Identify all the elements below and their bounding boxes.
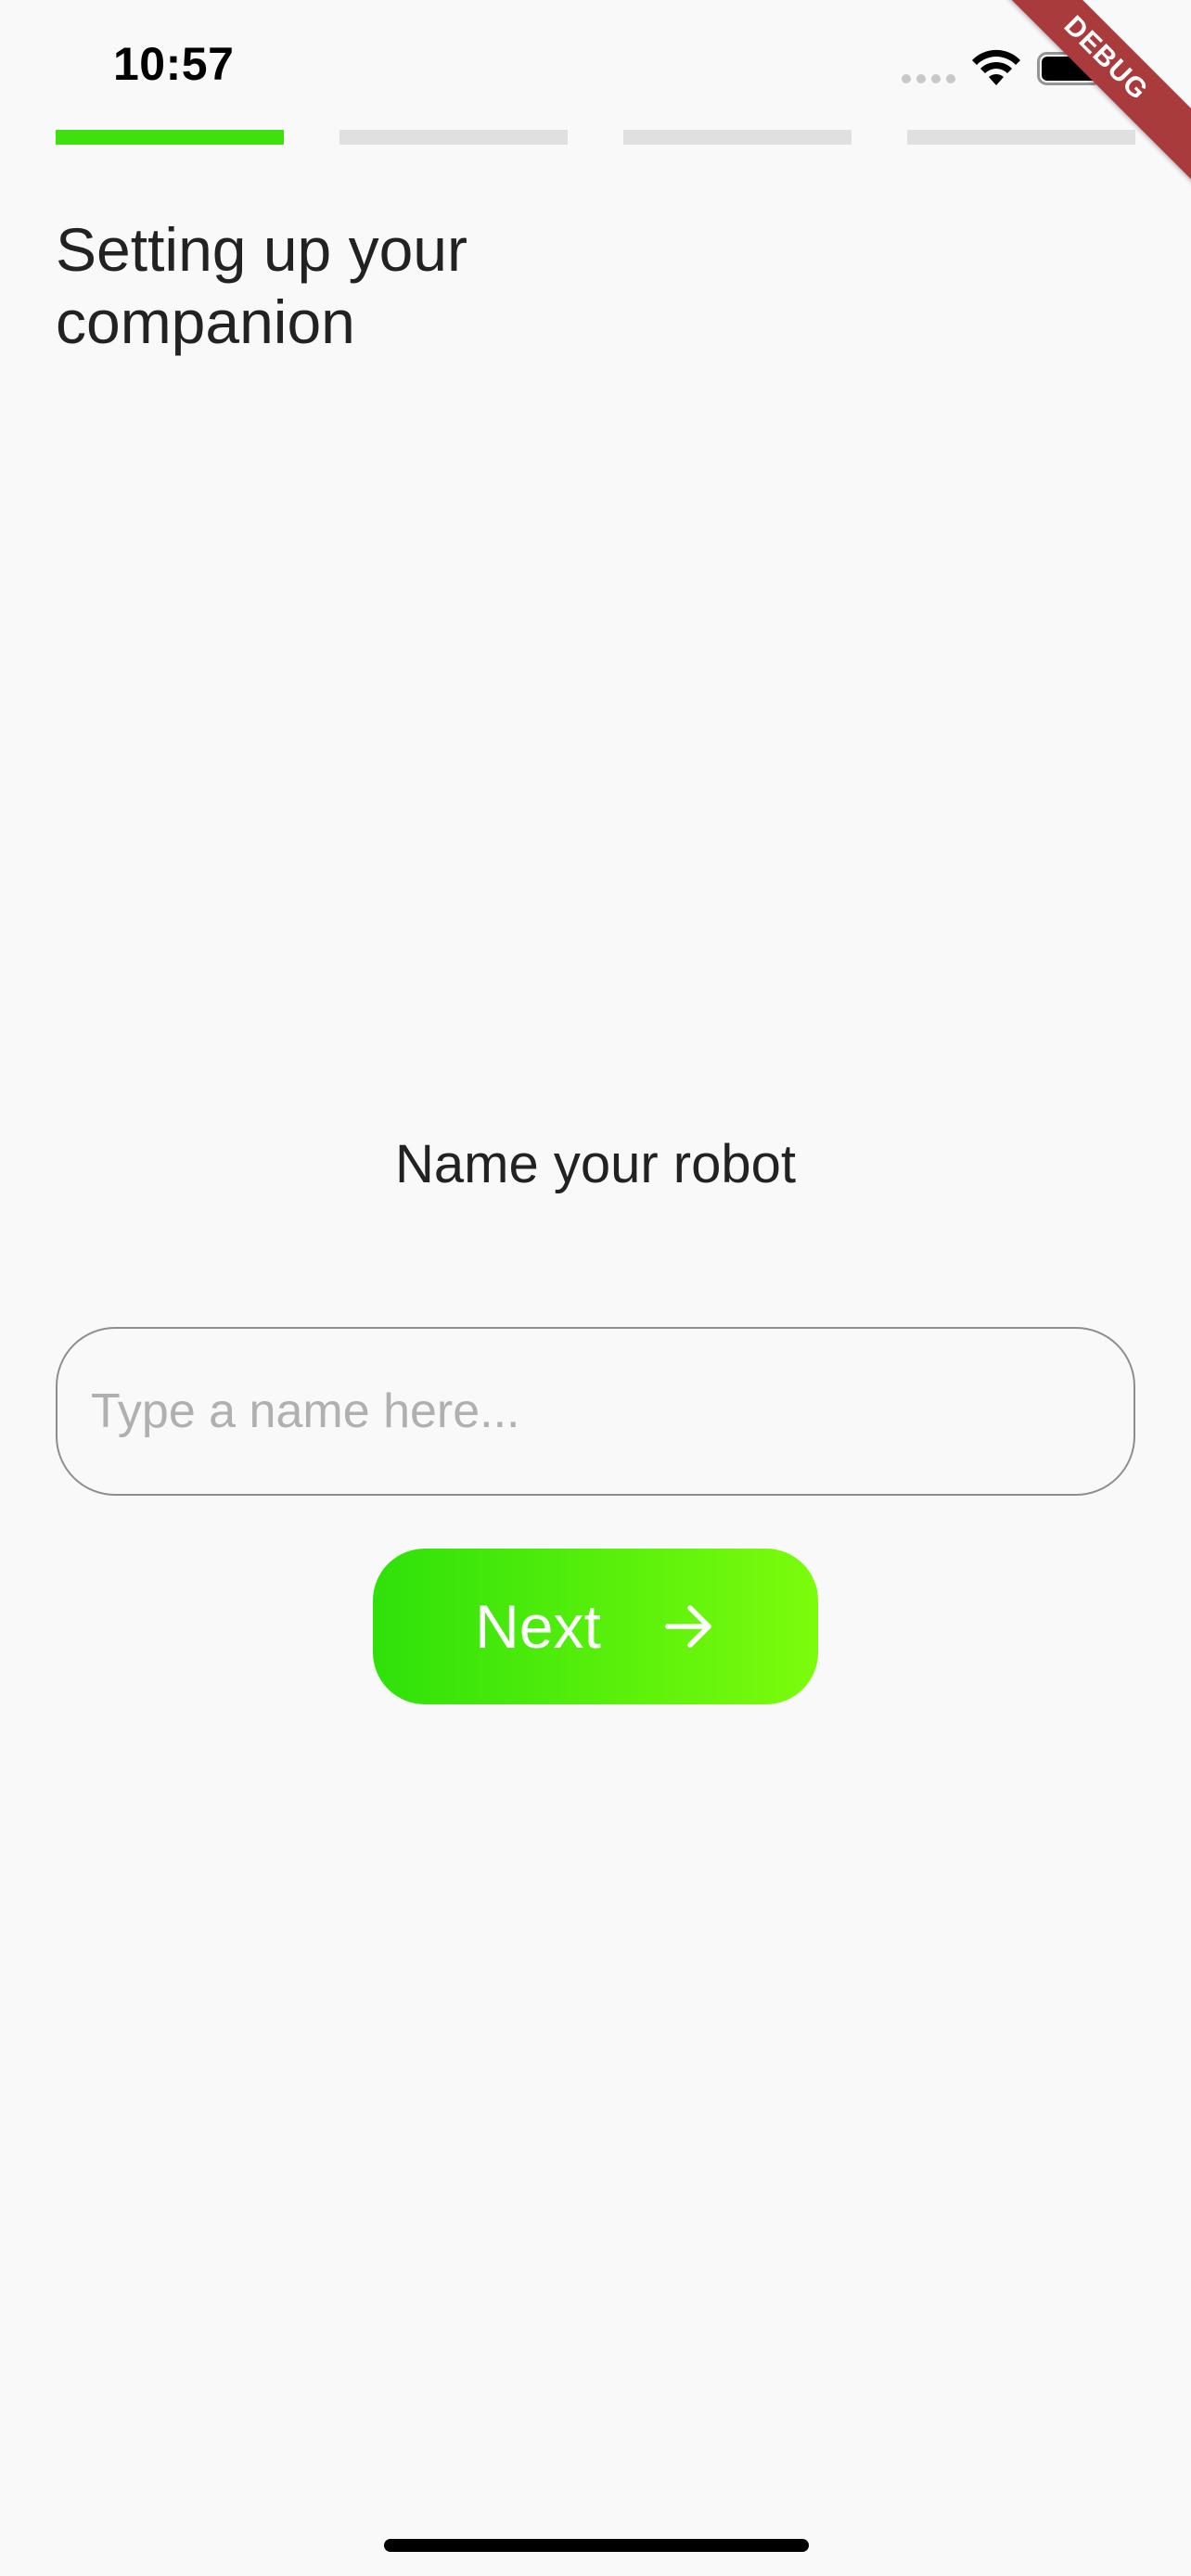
onboarding-screen: 10:57 DEBUG Setting up your companion Na… <box>0 0 1191 2576</box>
page-title: Setting up your companion <box>56 215 467 356</box>
progress-step-4 <box>907 130 1135 145</box>
step-progress <box>56 130 1135 145</box>
wifi-icon <box>972 49 1020 85</box>
debug-banner-label: DEBUG <box>1057 9 1155 107</box>
next-button-label: Next <box>475 1592 601 1661</box>
name-prompt: Name your robot <box>395 1134 796 1194</box>
arrow-right-icon <box>665 1605 711 1648</box>
status-time: 10:57 <box>113 38 235 90</box>
signal-icon <box>902 74 955 83</box>
progress-step-1 <box>56 130 284 145</box>
debug-banner: DEBUG <box>976 0 1191 188</box>
next-button[interactable]: Next <box>373 1549 818 1704</box>
robot-name-input[interactable] <box>56 1327 1135 1496</box>
progress-step-3 <box>623 130 852 145</box>
home-indicator <box>384 2539 809 2552</box>
progress-step-2 <box>339 130 568 145</box>
